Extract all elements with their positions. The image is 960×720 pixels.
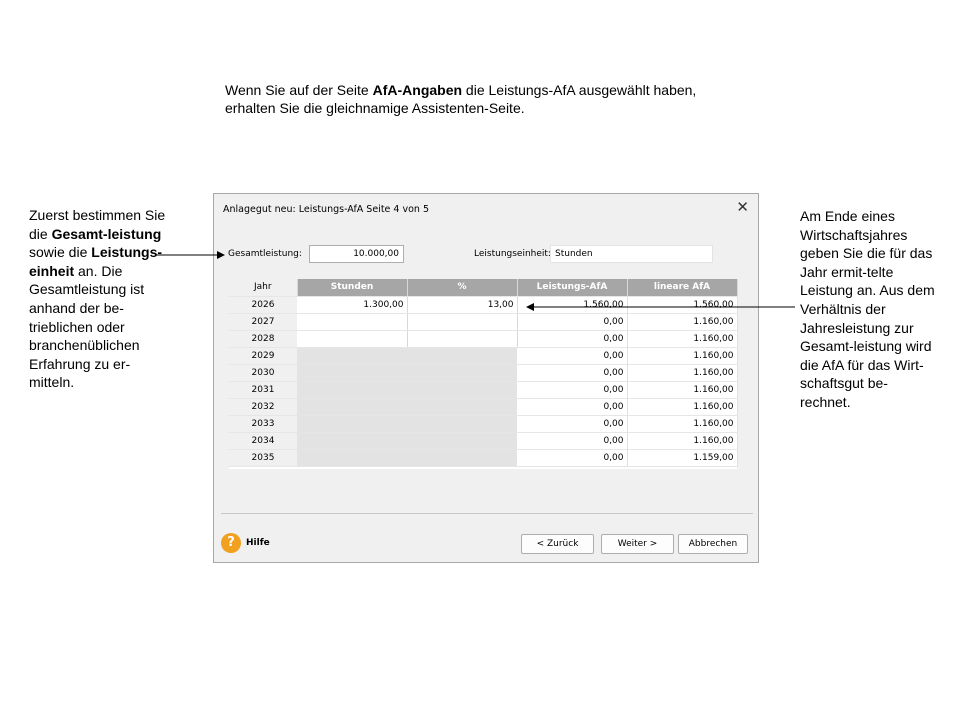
annotation-arrows: [156, 251, 795, 311]
